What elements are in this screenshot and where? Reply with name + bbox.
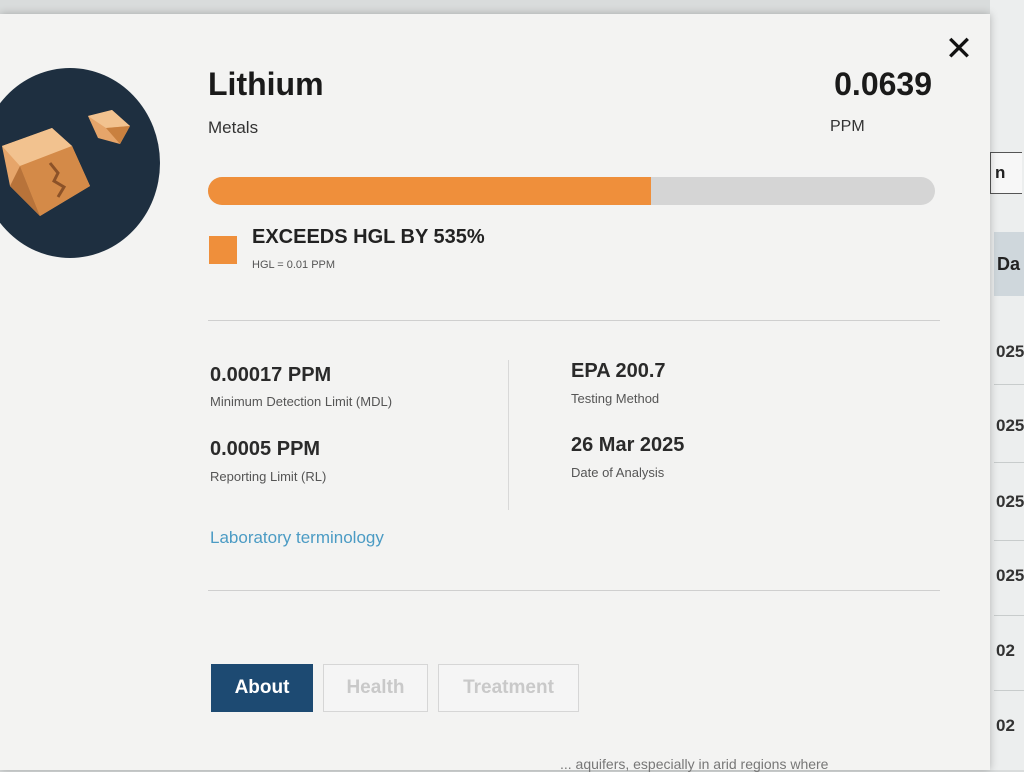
background-button[interactable]: n — [990, 152, 1022, 194]
level-progress-bar — [208, 177, 935, 205]
background-row-divider — [994, 462, 1024, 463]
background-row-divider — [994, 615, 1024, 616]
background-table-cell: 025 — [996, 566, 1024, 585]
background-table-cell: 02 — [996, 641, 1015, 660]
background-table-header: Da — [994, 232, 1024, 296]
tab-treatment[interactable]: Treatment — [438, 664, 579, 712]
rl-value: 0.0005 PPM — [210, 438, 321, 460]
date-label: Date of Analysis — [571, 465, 665, 480]
mdl-value: 0.00017 PPM — [210, 364, 332, 386]
section-divider — [208, 590, 940, 591]
contaminant-category: Metals — [208, 118, 259, 137]
mdl-label: Minimum Detection Limit (MDL) — [210, 394, 393, 409]
laboratory-terminology-link[interactable]: Laboratory terminology — [210, 528, 384, 548]
section-divider — [208, 320, 940, 321]
level-progress-fill — [208, 177, 652, 205]
background-row-divider — [994, 540, 1024, 541]
close-icon[interactable]: ✕ — [944, 32, 974, 66]
contaminant-detail-modal: ✕ Lithium Metals 0.0639 PPM EXCEEDS HGL … — [0, 14, 990, 772]
measured-unit: PPM — [830, 118, 865, 135]
method-value: EPA 200.7 — [571, 360, 666, 382]
date-value: 26 Mar 2025 — [571, 434, 685, 456]
measured-value: 0.0639 — [834, 66, 932, 102]
background-table-cell: 025 — [996, 342, 1024, 361]
rl-label: Reporting Limit (RL) — [210, 469, 327, 484]
background-table-cell: 02 — [996, 716, 1015, 735]
background-row-divider — [994, 690, 1024, 691]
contaminant-name: Lithium — [208, 66, 324, 102]
rock-icon — [0, 68, 160, 258]
background-row-divider — [994, 384, 1024, 385]
status-color-swatch — [209, 236, 237, 264]
tab-health[interactable]: Health — [323, 664, 428, 712]
background-table-cell: 025 — [996, 492, 1024, 511]
background-table-cell: 025 — [996, 416, 1024, 435]
method-label: Testing Method — [571, 391, 660, 406]
column-divider — [508, 360, 509, 510]
tab-about[interactable]: About — [211, 664, 313, 712]
hgl-note: HGL = 0.01 PPM — [252, 259, 336, 271]
status-text: EXCEEDS HGL BY 535% — [252, 226, 485, 248]
